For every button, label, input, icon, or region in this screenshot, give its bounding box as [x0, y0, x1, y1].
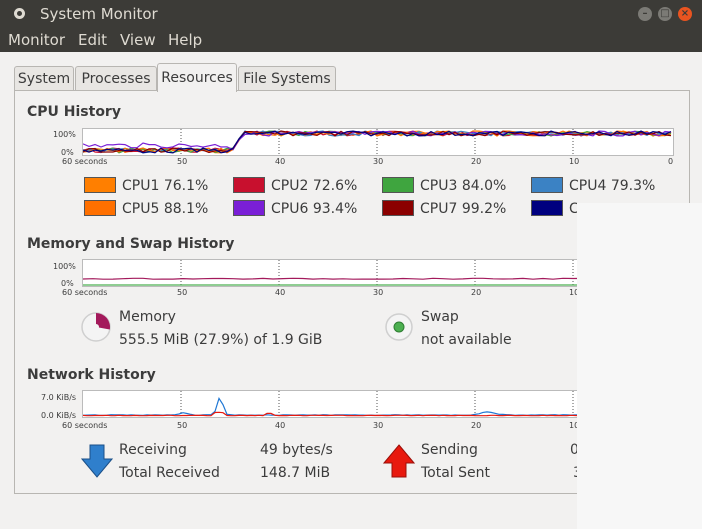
network-history-title: Network History [27, 367, 156, 383]
upload-arrow-icon[interactable] [383, 444, 415, 478]
tab-system[interactable]: System [14, 66, 74, 91]
memory-y-bottom: 0% [61, 279, 74, 288]
menu-view[interactable]: View [120, 31, 156, 49]
title-bar: System Monitor – □ × [0, 0, 702, 28]
cpu5-legend: CPU5 88.1% [122, 201, 209, 217]
network-y-top: 7.0 KiB/s [41, 393, 77, 402]
network-x-label-2: 40 [275, 421, 286, 430]
cpu-x-label-2: 40 [275, 157, 286, 166]
maximize-button[interactable]: □ [658, 7, 672, 21]
cpu-x-label-3: 30 [373, 157, 384, 166]
cpu-graph-svg [83, 129, 672, 155]
cpu-x-label-6: 0 [668, 157, 674, 166]
close-button[interactable]: × [678, 7, 692, 21]
menu-edit[interactable]: Edit [78, 31, 107, 49]
cpu6-legend: CPU6 93.4% [271, 201, 358, 217]
cpu3-color-swatch[interactable] [382, 177, 414, 193]
memory-history-title: Memory and Swap History [27, 236, 235, 252]
memory-x-label-2: 40 [275, 288, 286, 297]
memory-x-label-1: 50 [177, 288, 188, 297]
tab-resources[interactable]: Resources [157, 63, 237, 92]
cpu6-color-swatch[interactable] [233, 200, 265, 216]
window-title: System Monitor [40, 5, 158, 23]
memory-value: 555.5 MiB (27.9%) of 1.9 GiB [119, 332, 323, 348]
cpu-x-label-5: 10 [569, 157, 580, 166]
network-y-bottom: 0.0 KiB/s [41, 411, 77, 420]
tab-processes[interactable]: Processes [75, 66, 157, 91]
memory-usage-pie-icon[interactable] [80, 311, 112, 343]
swap-label: Swap [421, 309, 459, 325]
swap-usage-pie-icon[interactable] [384, 312, 414, 342]
cpu-y-top: 100% [53, 130, 76, 139]
menu-help[interactable]: Help [168, 31, 202, 49]
cpu2-legend: CPU2 72.6% [271, 178, 358, 194]
sending-label: Sending [421, 442, 478, 458]
memory-label: Memory [119, 309, 176, 325]
tab-file-systems[interactable]: File Systems [238, 66, 336, 91]
cpu1-color-swatch[interactable] [84, 177, 116, 193]
minimize-button[interactable]: – [638, 7, 652, 21]
cpu-x-label-1: 50 [177, 157, 188, 166]
memory-x-label-4: 20 [471, 288, 482, 297]
cpu7-legend: CPU7 99.2% [420, 201, 507, 217]
total-received-value: 148.7 MiB [260, 465, 331, 481]
receiving-value: 49 bytes/s [260, 442, 333, 458]
cpu-history-graph [82, 128, 674, 156]
total-received-label: Total Received [119, 465, 220, 481]
total-sent-label: Total Sent [421, 465, 491, 481]
receiving-label: Receiving [119, 442, 187, 458]
cpu-x-label-4: 20 [471, 157, 482, 166]
cpu-x-label-0: 60 seconds [62, 157, 108, 166]
memory-x-label-3: 30 [373, 288, 384, 297]
menu-monitor[interactable]: Monitor [8, 31, 65, 49]
cpu3-legend: CPU3 84.0% [420, 178, 507, 194]
menu-bar: Monitor Edit View Help [0, 28, 702, 52]
network-x-label-0: 60 seconds [62, 421, 108, 430]
network-x-label-3: 30 [373, 421, 384, 430]
cpu4-color-swatch[interactable] [531, 177, 563, 193]
memory-y-top: 100% [53, 262, 76, 271]
network-x-label-1: 50 [177, 421, 188, 430]
cpu4-legend: CPU4 79.3% [569, 178, 656, 194]
cpu5-color-swatch[interactable] [84, 200, 116, 216]
swap-value: not available [421, 332, 512, 348]
cpu1-legend: CPU1 76.1% [122, 178, 209, 194]
overlay-window [577, 203, 702, 529]
app-icon [14, 8, 25, 19]
network-x-label-4: 20 [471, 421, 482, 430]
cpu7-color-swatch[interactable] [382, 200, 414, 216]
cpu-y-bottom: 0% [61, 148, 74, 157]
download-arrow-icon[interactable] [81, 444, 113, 478]
cpu2-color-swatch[interactable] [233, 177, 265, 193]
cpu-history-title: CPU History [27, 104, 121, 120]
cpu8-color-swatch[interactable] [531, 200, 563, 216]
memory-x-label-0: 60 seconds [62, 288, 108, 297]
